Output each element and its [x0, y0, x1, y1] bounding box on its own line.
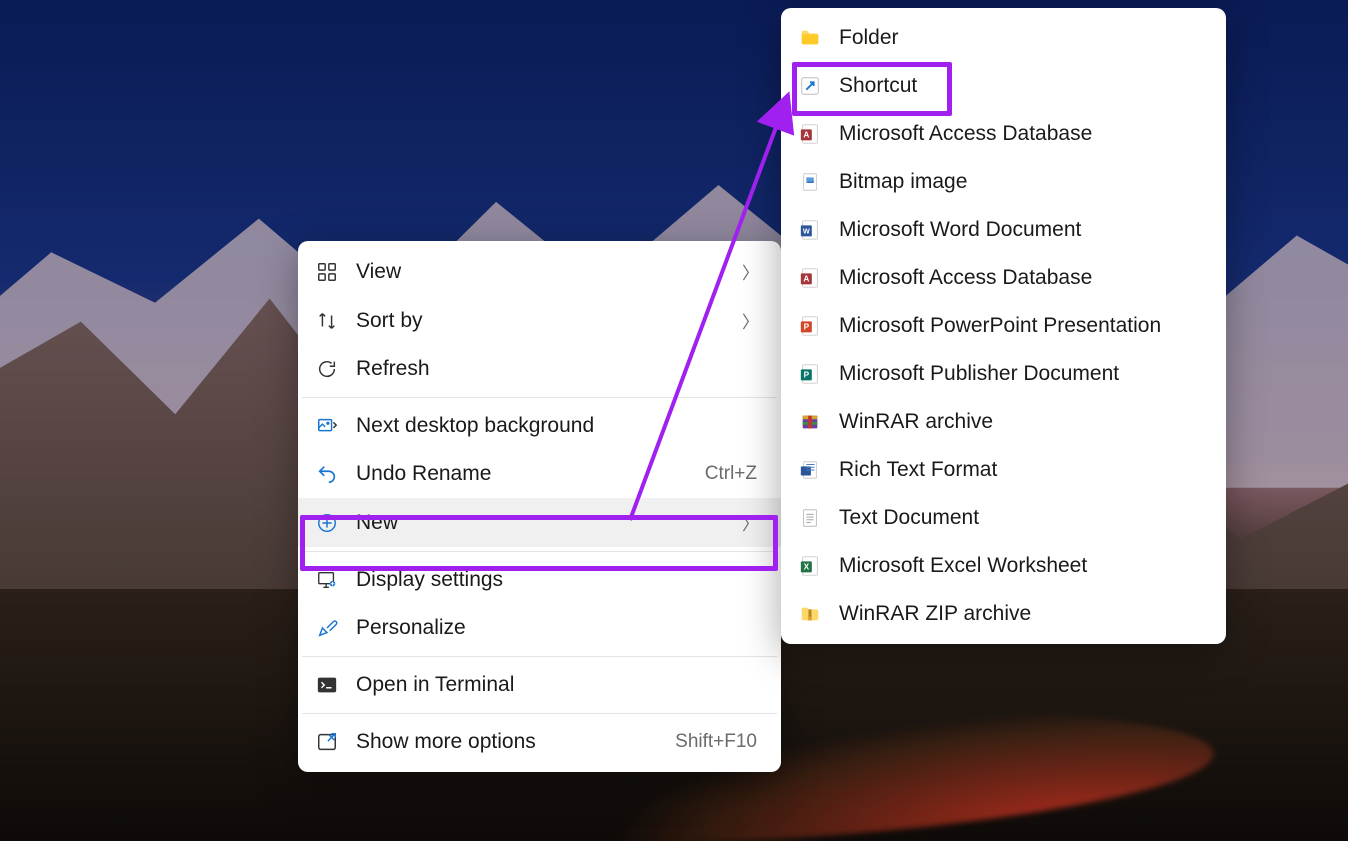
- svg-text:W: W: [803, 227, 810, 236]
- menu-separator: [302, 656, 777, 657]
- chevron-right-icon: 〉: [742, 259, 759, 284]
- submenu-item-access-database-2[interactable]: A Microsoft Access Database: [781, 254, 1226, 302]
- folder-icon: [799, 27, 821, 49]
- chevron-right-icon: 〉: [742, 510, 759, 535]
- submenu-item-excel[interactable]: X Microsoft Excel Worksheet: [781, 542, 1226, 590]
- personalize-icon: [316, 617, 338, 639]
- submenu-item-shortcut[interactable]: Shortcut: [781, 62, 1226, 110]
- menu-item-label: Show more options: [356, 730, 657, 754]
- menu-item-shortcut: Shift+F10: [675, 731, 757, 753]
- submenu-item-folder[interactable]: Folder: [781, 14, 1226, 62]
- shortcut-icon: [799, 75, 821, 97]
- menu-item-shortcut: Ctrl+Z: [705, 463, 757, 485]
- refresh-icon: [316, 358, 338, 380]
- menu-item-refresh[interactable]: Refresh: [298, 345, 781, 393]
- access-icon: A: [799, 267, 821, 289]
- menu-item-label: New: [356, 511, 724, 535]
- menu-item-label: Next desktop background: [356, 414, 763, 438]
- menu-item-view[interactable]: View 〉: [298, 247, 781, 296]
- submenu-item-bitmap[interactable]: Bitmap image: [781, 158, 1226, 206]
- view-icon: [316, 261, 338, 283]
- menu-item-label: Microsoft PowerPoint Presentation: [839, 314, 1208, 338]
- display-settings-icon: [316, 569, 338, 591]
- more-options-icon: [316, 731, 338, 753]
- menu-item-label: Rich Text Format: [839, 458, 1208, 482]
- menu-item-label: Shortcut: [839, 74, 1208, 98]
- menu-item-label: Personalize: [356, 616, 763, 640]
- desktop-context-menu: View 〉 Sort by 〉 Refresh Next desktop ba…: [298, 241, 781, 772]
- submenu-item-powerpoint[interactable]: P Microsoft PowerPoint Presentation: [781, 302, 1226, 350]
- publisher-icon: P: [799, 363, 821, 385]
- menu-item-label: View: [356, 260, 724, 284]
- menu-item-label: Bitmap image: [839, 170, 1208, 194]
- svg-text:A: A: [803, 131, 809, 140]
- submenu-item-publisher[interactable]: P Microsoft Publisher Document: [781, 350, 1226, 398]
- svg-text:X: X: [804, 563, 810, 572]
- submenu-item-rtf[interactable]: Rich Text Format: [781, 446, 1226, 494]
- image-next-icon: [316, 415, 338, 437]
- menu-item-open-in-terminal[interactable]: Open in Terminal: [298, 661, 781, 709]
- submenu-item-access-database[interactable]: A Microsoft Access Database: [781, 110, 1226, 158]
- bitmap-icon: [799, 171, 821, 193]
- submenu-item-winrar[interactable]: WinRAR archive: [781, 398, 1226, 446]
- submenu-item-text[interactable]: Text Document: [781, 494, 1226, 542]
- svg-text:P: P: [804, 371, 810, 380]
- submenu-item-word[interactable]: W Microsoft Word Document: [781, 206, 1226, 254]
- menu-item-label: WinRAR archive: [839, 410, 1208, 434]
- submenu-item-winrar-zip[interactable]: WinRAR ZIP archive: [781, 590, 1226, 638]
- menu-item-label: Open in Terminal: [356, 673, 763, 697]
- text-icon: [799, 507, 821, 529]
- menu-item-sort-by[interactable]: Sort by 〉: [298, 296, 781, 345]
- access-icon: A: [799, 123, 821, 145]
- menu-item-label: Microsoft Access Database: [839, 266, 1208, 290]
- menu-item-label: Microsoft Publisher Document: [839, 362, 1208, 386]
- menu-item-label: Refresh: [356, 357, 763, 381]
- new-plus-icon: [316, 512, 338, 534]
- sort-icon: [316, 310, 338, 332]
- menu-item-label: WinRAR ZIP archive: [839, 602, 1208, 626]
- menu-separator: [302, 713, 777, 714]
- excel-icon: X: [799, 555, 821, 577]
- menu-item-undo-rename[interactable]: Undo Rename Ctrl+Z: [298, 450, 781, 498]
- new-submenu: Folder Shortcut A Microsoft Access Datab…: [781, 8, 1226, 644]
- svg-text:A: A: [803, 275, 809, 284]
- menu-item-show-more-options[interactable]: Show more options Shift+F10: [298, 718, 781, 766]
- menu-item-personalize[interactable]: Personalize: [298, 604, 781, 652]
- menu-item-label: Microsoft Excel Worksheet: [839, 554, 1208, 578]
- undo-icon: [316, 463, 338, 485]
- menu-item-next-desktop-background[interactable]: Next desktop background: [298, 402, 781, 450]
- chevron-right-icon: 〉: [742, 308, 759, 333]
- svg-text:P: P: [804, 323, 810, 332]
- menu-item-label: Microsoft Word Document: [839, 218, 1208, 242]
- rtf-icon: [799, 459, 821, 481]
- menu-item-display-settings[interactable]: Display settings: [298, 556, 781, 604]
- menu-item-label: Microsoft Access Database: [839, 122, 1208, 146]
- menu-item-label: Undo Rename: [356, 462, 687, 486]
- word-icon: W: [799, 219, 821, 241]
- menu-item-label: Display settings: [356, 568, 763, 592]
- menu-separator: [302, 551, 777, 552]
- powerpoint-icon: P: [799, 315, 821, 337]
- menu-item-label: Sort by: [356, 309, 724, 333]
- winrar-icon: [799, 411, 821, 433]
- menu-item-label: Folder: [839, 26, 1208, 50]
- menu-separator: [302, 397, 777, 398]
- menu-item-label: Text Document: [839, 506, 1208, 530]
- winrar-zip-icon: [799, 603, 821, 625]
- terminal-icon: [316, 674, 338, 696]
- menu-item-new[interactable]: New 〉: [298, 498, 781, 547]
